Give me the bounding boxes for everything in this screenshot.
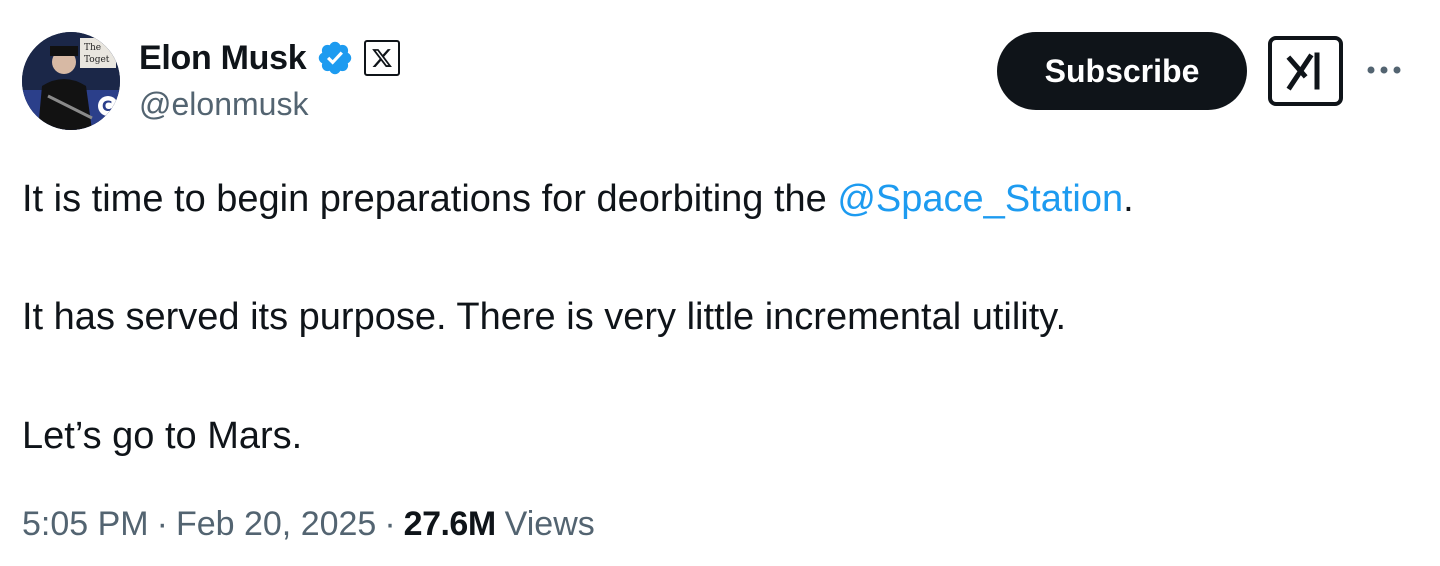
svg-text:Toget: Toget (84, 55, 110, 65)
tweet-text-line-2: It has served its purpose. There is very… (22, 296, 1067, 338)
subscribe-button[interactable]: Subscribe (997, 32, 1247, 110)
author-display-name[interactable]: Elon Musk (139, 39, 307, 78)
tweet-text-line-1-suffix: . (1123, 178, 1134, 220)
grok-button[interactable] (1268, 36, 1343, 106)
verified-badge-icon (316, 39, 354, 77)
tweet-text-line-1: It is time to begin preparations for deo… (22, 176, 1134, 222)
more-options-button[interactable] (1364, 52, 1404, 88)
tweet-meta: 5:05 PM · Feb 20, 2025 · 27.6M Views (22, 505, 595, 544)
svg-text:The: The (84, 43, 101, 53)
tweet-date[interactable]: Feb 20, 2025 (176, 505, 376, 544)
tweet-card: The Toget C Elon Musk @elonmusk Subscrib… (0, 0, 1440, 566)
tweet-text-line-3: Let’s go to Mars. (22, 415, 303, 457)
meta-separator: · (156, 505, 168, 543)
author-handle[interactable]: @elonmusk (139, 86, 308, 123)
tweet-text-line-1-prefix: It is time to begin preparations for deo… (22, 178, 838, 220)
tweet-time[interactable]: 5:05 PM (22, 505, 149, 544)
x-logo-icon[interactable] (364, 40, 401, 76)
views-label: Views (504, 505, 595, 543)
meta-separator: · (384, 505, 396, 543)
grok-icon (1285, 52, 1319, 91)
author-name-row: Elon Musk (139, 38, 401, 78)
svg-text:C: C (102, 99, 112, 115)
avatar[interactable]: The Toget C (22, 32, 120, 130)
views-count: 27.6M (403, 505, 497, 543)
more-horizontal-icon (1367, 66, 1401, 74)
mention-link[interactable]: @Space_Station (837, 178, 1123, 220)
